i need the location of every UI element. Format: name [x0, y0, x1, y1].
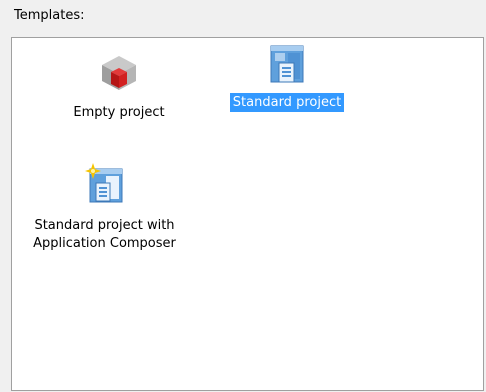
template-item-standard-project-with-composer[interactable]: Standard project with Application Compos…: [12, 163, 197, 254]
composer-project-icon: [84, 163, 122, 203]
template-label-line-1: Standard project with: [34, 218, 175, 233]
template-label: Empty project: [73, 105, 165, 120]
template-item-empty-project[interactable]: Empty project: [44, 48, 194, 122]
templates-panel: Templates: Empty project Standard projec…: [0, 0, 486, 392]
standard-project-icon: [270, 45, 304, 83]
templates-heading: Templates:: [14, 8, 85, 23]
template-label: Standard project: [229, 93, 345, 112]
templates-list[interactable]: Empty project Standard project Standard …: [11, 37, 484, 391]
template-label: Standard project with Application Compos…: [30, 216, 179, 254]
template-label-line-2: Application Composer: [33, 236, 176, 251]
red-cube-icon: [102, 56, 136, 90]
template-item-standard-project[interactable]: Standard project: [212, 43, 362, 112]
